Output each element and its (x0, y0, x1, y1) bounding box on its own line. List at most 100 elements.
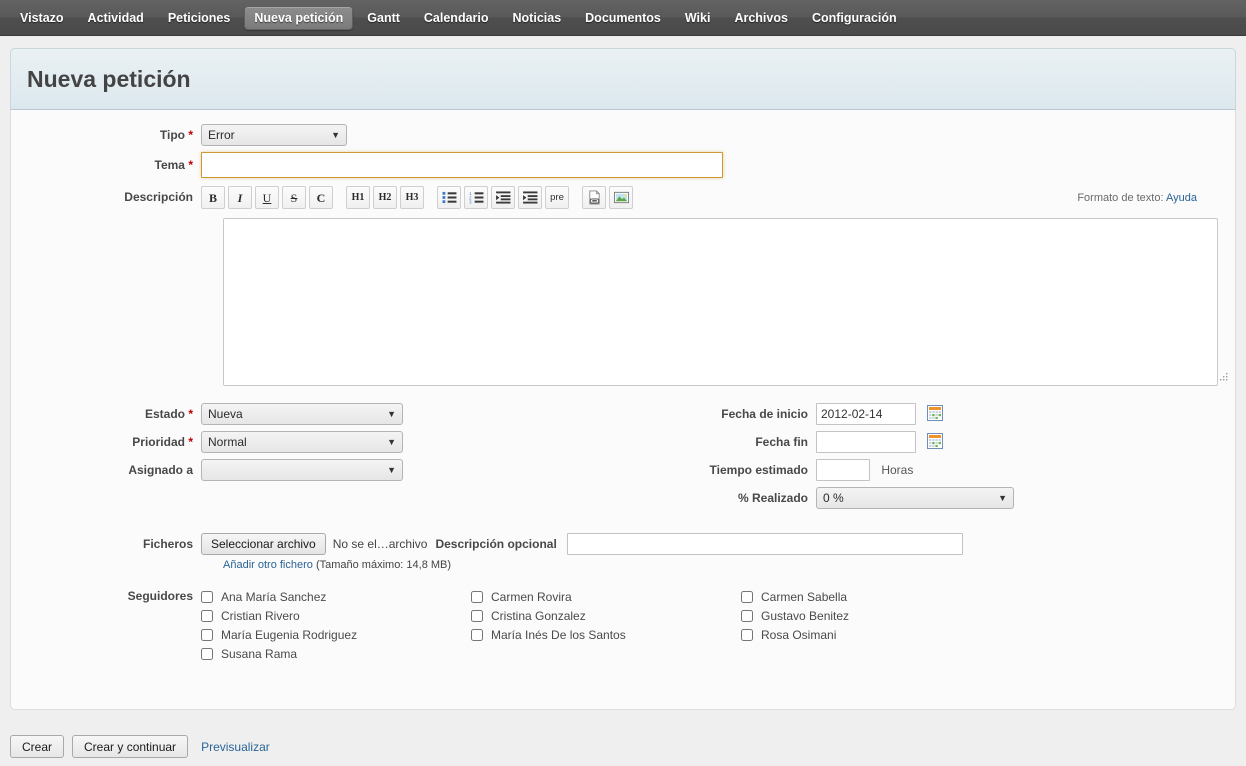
watcher-checkbox[interactable] (201, 628, 213, 641)
watcher-checkbox[interactable] (741, 590, 753, 603)
toolbar-strikethrough-icon[interactable]: S (282, 186, 306, 209)
previsualizar-link[interactable]: Previsualizar (201, 740, 270, 754)
attributes-left-column: Estado * Nueva ▼ Prioridad * Normal ▼ As… (11, 403, 571, 515)
fecha-fin-group (816, 431, 944, 453)
watcher-checkbox[interactable] (201, 609, 213, 622)
realizado-select-wrap: 0 % ▼ (816, 487, 1014, 509)
nav-item-noticias[interactable]: Noticias (503, 6, 572, 30)
field-row-tipo: Tipo * Error ▼ (11, 124, 1235, 146)
nav-item-peticiones[interactable]: Peticiones (158, 6, 241, 30)
field-row-fecha-inicio: Fecha de inicio (571, 403, 1235, 425)
fecha-inicio-input[interactable] (816, 403, 916, 425)
label-descripcion: Descripción (124, 190, 193, 204)
add-another-file-link[interactable]: Añadir otro fichero (223, 559, 313, 571)
tiempo-estimado-group: Horas (816, 459, 913, 481)
label-descripcion-opcional: Descripción opcional (435, 537, 557, 551)
watcher-item[interactable]: Carmen Rovira (471, 587, 741, 606)
svg-text:3: 3 (469, 199, 472, 204)
watcher-checkbox[interactable] (471, 609, 483, 622)
toolbar-insert-link-icon[interactable] (582, 186, 606, 209)
watcher-item[interactable]: Ana María Sanchez (201, 587, 471, 606)
nav-item-documentos[interactable]: Documentos (575, 6, 671, 30)
nav-item-vistazo[interactable]: Vistazo (10, 6, 74, 30)
page-title: Nueva petición (27, 65, 191, 92)
watcher-item[interactable]: Gustavo Benitez (741, 606, 1011, 625)
crear-button[interactable]: Crear (10, 735, 65, 758)
toolbar-ordered-list-icon[interactable]: 123 (464, 186, 488, 209)
required-marker: * (188, 128, 193, 142)
watcher-checkbox[interactable] (471, 628, 483, 641)
toolbar-indent-decrease-icon[interactable] (491, 186, 515, 209)
watcher-item[interactable]: Cristina Gonzalez (471, 606, 741, 625)
toolbar-unordered-list-icon[interactable] (437, 186, 461, 209)
crear-y-continuar-button[interactable]: Crear y continuar (72, 735, 189, 758)
label-realizado: % Realizado (737, 491, 808, 505)
tema-input[interactable] (201, 152, 723, 178)
prioridad-select[interactable]: Normal (201, 431, 403, 453)
label-seguidores: Seguidores (127, 589, 193, 603)
watcher-item[interactable]: Rosa Osimani (741, 625, 1011, 644)
label-estado: Estado * (144, 407, 193, 421)
toolbar-code-icon[interactable]: C (309, 186, 333, 209)
toolbar-italic-icon[interactable]: I (228, 186, 252, 209)
toolbar-heading-2-icon[interactable]: H2 (373, 186, 397, 209)
nav-item-archivos[interactable]: Archivos (724, 6, 798, 30)
page-header: Nueva petición (10, 48, 1236, 110)
field-row-fecha-fin: Fecha fin (571, 431, 1235, 453)
nav-item-gantt[interactable]: Gantt (357, 6, 410, 30)
watcher-name: Rosa Osimani (761, 627, 837, 642)
field-row-tema: Tema * (11, 152, 1235, 178)
tipo-select[interactable]: Error (201, 124, 347, 146)
watcher-item[interactable]: María Inés De los Santos (471, 625, 741, 644)
nav-item-configuraci-n[interactable]: Configuración (802, 6, 907, 30)
toolbar-insert-image-icon[interactable] (609, 186, 633, 209)
watcher-name: Carmen Sabella (761, 589, 848, 604)
watcher-item[interactable]: Carmen Sabella (741, 587, 1011, 606)
nav-item-wiki[interactable]: Wiki (675, 6, 721, 30)
descripcion-textarea[interactable] (223, 218, 1218, 386)
watcher-checkbox[interactable] (471, 590, 483, 603)
nav-item-actividad[interactable]: Actividad (78, 6, 154, 30)
toolbar-indent-increase-icon[interactable] (518, 186, 542, 209)
text-format-hint: Formato de texto: Ayuda (1077, 192, 1235, 204)
required-marker: * (188, 158, 193, 172)
richtext-toolbar: B I U S C H1 H2 H3 1 2 3 pre Formato de texto: Ayuda (201, 186, 1235, 209)
tiempo-estimado-input[interactable] (816, 459, 870, 481)
label-ficheros: Ficheros (142, 537, 193, 551)
toolbar-underline-icon[interactable]: U (255, 186, 279, 209)
watcher-checkbox[interactable] (741, 628, 753, 641)
resize-grip-icon (1220, 373, 1228, 381)
fecha-fin-input[interactable] (816, 431, 916, 453)
realizado-select[interactable]: 0 % (816, 487, 1014, 509)
select-file-button[interactable]: Seleccionar archivo (201, 533, 326, 555)
toolbar-bold-icon[interactable]: B (201, 186, 225, 209)
watcher-item[interactable]: Susana Rama (201, 644, 471, 663)
nav-item-nueva-petici-n[interactable]: Nueva petición (244, 5, 354, 30)
main-navigation: Vistazo Actividad Peticiones Nueva petición… (0, 0, 1246, 36)
attachment-description-input[interactable] (566, 533, 963, 555)
label-asignado: Asignado a (128, 463, 193, 477)
form-actions: Crear Crear y continuar Previsualizar (10, 735, 270, 758)
watcher-checkbox[interactable] (201, 647, 213, 660)
watchers-section: Seguidores Ana María Sanchez Cristian Riv… (11, 587, 1235, 663)
toolbar-heading-3-icon[interactable]: H3 (400, 186, 424, 209)
watcher-item[interactable]: Cristian Rivero (201, 606, 471, 625)
asignado-select[interactable] (201, 459, 403, 481)
watcher-item[interactable]: María Eugenia Rodriguez (201, 625, 471, 644)
watcher-checkbox[interactable] (741, 609, 753, 622)
watcher-name: Ana María Sanchez (221, 589, 327, 604)
nav-item-calendario[interactable]: Calendario (414, 6, 499, 30)
prioridad-select-wrap: Normal ▼ (201, 431, 403, 453)
field-row-asignado: Asignado a ▼ (11, 459, 571, 481)
toolbar-preformatted-icon[interactable]: pre (545, 186, 569, 209)
estado-select[interactable]: Nueva (201, 403, 403, 425)
calendar-icon[interactable] (927, 433, 944, 449)
description-editor (11, 209, 1235, 389)
toolbar-heading-1-icon[interactable]: H1 (346, 186, 370, 209)
selected-filename: No se el…archivo (332, 537, 428, 551)
watcher-checkbox[interactable] (201, 590, 213, 603)
label-tiempo-estimado: Tiempo estimado (709, 463, 808, 477)
fecha-inicio-group (816, 403, 944, 425)
text-format-help-link[interactable]: Ayuda (1166, 192, 1197, 204)
calendar-icon[interactable] (927, 405, 944, 421)
